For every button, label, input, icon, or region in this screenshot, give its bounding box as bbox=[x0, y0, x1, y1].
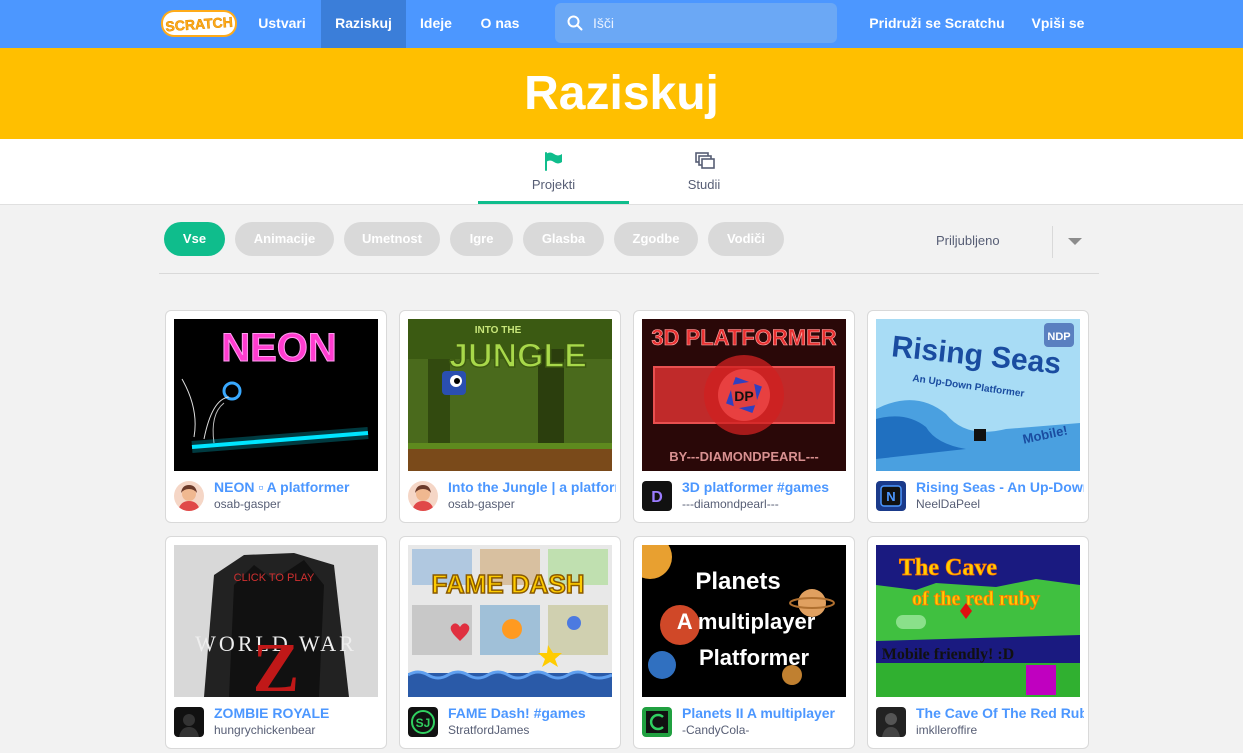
project-title[interactable]: 3D platformer #games bbox=[682, 479, 850, 495]
nav-create[interactable]: Ustvari bbox=[248, 0, 316, 48]
search-input[interactable] bbox=[593, 3, 823, 43]
sort-divider bbox=[1052, 226, 1053, 258]
svg-text:NEON: NEON bbox=[221, 326, 337, 370]
svg-text:SJ: SJ bbox=[416, 716, 431, 730]
avatar[interactable] bbox=[642, 707, 672, 737]
project-thumbnail[interactable]: 3D PLATFORMER DP BY---DIAMONDPEARL--- bbox=[642, 319, 846, 471]
svg-text:INTO THE: INTO THE bbox=[475, 325, 522, 336]
avatar[interactable]: N bbox=[876, 481, 906, 511]
svg-text:Planets: Planets bbox=[695, 568, 780, 595]
project-thumbnail[interactable]: The Cave of the red ruby Mobile friendly… bbox=[876, 545, 1080, 697]
project-author[interactable]: imklleroffire bbox=[916, 723, 1084, 737]
project-card[interactable]: Rising Seas An Up-Down Platformer Mobile… bbox=[867, 310, 1089, 523]
tab-studios-label: Studii bbox=[687, 177, 721, 192]
avatar[interactable] bbox=[408, 481, 438, 511]
avatar[interactable]: SJ bbox=[408, 707, 438, 737]
project-title[interactable]: Rising Seas - An Up-Down Platformer bbox=[916, 479, 1084, 495]
project-card[interactable]: NEON NEON ▫ A platformer osab-gasper bbox=[165, 310, 387, 523]
studio-icon bbox=[695, 152, 715, 169]
project-title[interactable]: ZOMBIE ROYALE bbox=[214, 705, 382, 721]
svg-text:3D PLATFORMER: 3D PLATFORMER bbox=[651, 325, 836, 350]
project-thumbnail[interactable]: INTO THE JUNGLE bbox=[408, 319, 612, 471]
svg-text:CLICK TO PLAY: CLICK TO PLAY bbox=[234, 572, 315, 584]
project-author[interactable]: StratfordJames bbox=[448, 723, 616, 737]
project-card[interactable]: The Cave of the red ruby Mobile friendly… bbox=[867, 536, 1089, 749]
filter-animations[interactable]: Animacije bbox=[235, 222, 334, 256]
project-card[interactable]: Planets A multiplayer Platformer Planets… bbox=[633, 536, 855, 749]
avatar[interactable] bbox=[876, 707, 906, 737]
signin-link[interactable]: Vpiši se bbox=[1022, 0, 1094, 48]
explore-banner: Raziskuj bbox=[0, 48, 1243, 139]
chevron-down-icon[interactable] bbox=[1068, 238, 1082, 245]
project-title[interactable]: The Cave Of The Red Ruby bbox=[916, 705, 1084, 721]
svg-text:Platformer: Platformer bbox=[699, 645, 809, 670]
sort-select[interactable]: Priljubljeno bbox=[936, 233, 1000, 248]
avatar[interactable] bbox=[174, 707, 204, 737]
svg-text:D: D bbox=[651, 489, 663, 506]
join-link[interactable]: Pridruži se Scratchu bbox=[862, 0, 1012, 48]
project-author[interactable]: osab-gasper bbox=[448, 497, 616, 511]
project-thumbnail[interactable]: Planets A multiplayer Platformer bbox=[642, 545, 846, 697]
svg-text:N: N bbox=[886, 489, 895, 504]
tab-projects[interactable]: Projekti bbox=[478, 139, 629, 204]
scratch-logo[interactable]: SCRATCH bbox=[160, 8, 238, 39]
flag-icon bbox=[545, 152, 562, 171]
project-thumbnail[interactable]: CLICK TO PLAY WORLD WAR Z bbox=[174, 545, 378, 697]
svg-text:BY---DIAMONDPEARL---: BY---DIAMONDPEARL--- bbox=[669, 449, 818, 464]
project-author[interactable]: hungrychickenbear bbox=[214, 723, 382, 737]
svg-text:A multiplayer: A multiplayer bbox=[677, 609, 816, 634]
filter-music[interactable]: Glasba bbox=[523, 222, 604, 256]
project-card[interactable]: 3D PLATFORMER DP BY---DIAMONDPEARL--- D … bbox=[633, 310, 855, 523]
project-title[interactable]: NEON ▫ A platformer bbox=[214, 479, 382, 495]
divider bbox=[159, 273, 1099, 274]
search-icon bbox=[567, 15, 583, 31]
tab-projects-label: Projekti bbox=[531, 177, 576, 192]
project-card[interactable]: FAME DASH SJ FAME Dash! #games Stratford… bbox=[399, 536, 621, 749]
filter-stories[interactable]: Zgodbe bbox=[614, 222, 698, 256]
svg-text:Mobile friendly! :D: Mobile friendly! :D bbox=[882, 646, 1014, 663]
filter-games[interactable]: Igre bbox=[450, 222, 513, 256]
svg-text:NDP: NDP bbox=[1047, 331, 1070, 343]
project-author[interactable]: ---diamondpearl--- bbox=[682, 497, 850, 511]
project-title[interactable]: FAME Dash! #games bbox=[448, 705, 616, 721]
project-thumbnail[interactable]: Rising Seas An Up-Down Platformer Mobile… bbox=[876, 319, 1080, 471]
svg-text:DP: DP bbox=[734, 388, 753, 404]
project-title[interactable]: Into the Jungle | a platformer bbox=[448, 479, 616, 495]
project-author[interactable]: -CandyCola- bbox=[682, 723, 850, 737]
page-title: Raziskuj bbox=[524, 67, 719, 120]
avatar[interactable]: D bbox=[642, 481, 672, 511]
project-author[interactable]: NeelDaPeel bbox=[916, 497, 1084, 511]
tab-bar: Projekti Studii bbox=[0, 139, 1243, 205]
nav-about[interactable]: O nas bbox=[468, 0, 532, 48]
svg-text:Z: Z bbox=[253, 630, 300, 697]
filter-art[interactable]: Umetnost bbox=[344, 222, 440, 256]
project-title[interactable]: Planets II A multiplayer bbox=[682, 705, 850, 721]
project-card[interactable]: INTO THE JUNGLE Into the Jungle | a plat… bbox=[399, 310, 621, 523]
project-card[interactable]: CLICK TO PLAY WORLD WAR Z ZOMBIE ROYALE … bbox=[165, 536, 387, 749]
search-box bbox=[555, 3, 837, 43]
avatar[interactable] bbox=[174, 481, 204, 511]
svg-text:of the red ruby: of the red ruby bbox=[912, 588, 1040, 610]
top-nav: SCRATCH Ustvari Raziskuj Ideje O nas Pri… bbox=[0, 0, 1243, 48]
nav-explore[interactable]: Raziskuj bbox=[321, 0, 406, 48]
filter-all[interactable]: Vse bbox=[164, 222, 225, 256]
project-thumbnail[interactable]: FAME DASH bbox=[408, 545, 612, 697]
filter-tutorials[interactable]: Vodiči bbox=[708, 222, 784, 256]
svg-text:FAME DASH: FAME DASH bbox=[431, 569, 584, 599]
nav-ideas[interactable]: Ideje bbox=[410, 0, 462, 48]
project-thumbnail[interactable]: NEON bbox=[174, 319, 378, 471]
project-author[interactable]: osab-gasper bbox=[214, 497, 382, 511]
svg-text:The Cave: The Cave bbox=[899, 555, 997, 581]
svg-text:JUNGLE: JUNGLE bbox=[449, 337, 587, 375]
tab-studios[interactable]: Studii bbox=[629, 139, 779, 204]
